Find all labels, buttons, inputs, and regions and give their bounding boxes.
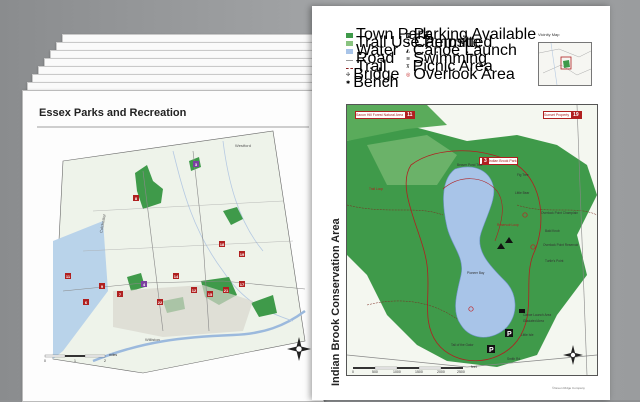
map-label: Bald Knob [545, 229, 560, 233]
scale-tick: 2 [104, 359, 106, 363]
park-marker[interactable]: 18 [219, 241, 225, 247]
park-marker[interactable]: 15 [207, 291, 213, 297]
park-badge[interactable]: 3 Indian Brook Park [479, 157, 518, 165]
map-label: Turtle's Point [545, 259, 564, 263]
scale-tick: 1000 [393, 370, 401, 374]
park-marker[interactable]: 4 [141, 281, 147, 287]
park-marker[interactable]: 3 [193, 161, 199, 167]
left-map-graphic [37, 126, 311, 374]
park-badge[interactable]: Saxon Hill Forest Natural Area 11 [355, 111, 416, 119]
map-label: Fig Tree [517, 173, 529, 177]
legend-item: ✱ Bench [346, 74, 399, 91]
park-marker[interactable]: 22 [157, 299, 163, 305]
park-marker[interactable]: 17 [239, 281, 245, 287]
park-marker[interactable]: 19 [239, 251, 245, 257]
trail-label: Trail Loop [369, 187, 384, 191]
map-label: Little Bear [515, 191, 530, 195]
park-marker[interactable]: 14 [173, 273, 179, 279]
scale-unit: miles [109, 353, 118, 357]
map-label: Smith Rd [507, 357, 521, 361]
copyright-footer: ©Green Ridge Company [552, 386, 585, 390]
bench-icon: ✱ [346, 80, 351, 86]
scale-unit: feet [471, 365, 477, 369]
scale-tick: 0 [352, 370, 354, 374]
scale-tick: 1 [74, 359, 76, 363]
map-label: Tail of the Gator [451, 343, 474, 347]
park-marker[interactable]: 21 [223, 287, 229, 293]
scale-tick: 0 [44, 359, 46, 363]
map-label: Beaver Pond Trail [457, 163, 483, 167]
svg-text:P: P [489, 347, 494, 354]
town-label: Westford [235, 143, 251, 148]
map-label: Little Isle [521, 333, 534, 337]
town-label: Williston [145, 337, 160, 342]
scale-tick: 1500 [415, 370, 423, 374]
vicinity-map [538, 42, 592, 86]
park-marker[interactable]: 7 [117, 291, 123, 297]
right-map-title: Indian Brook Conservation Area [330, 218, 342, 386]
map-label: Canoe Launch Area [523, 313, 552, 317]
right-map-frame: P P Saxon Hill Forest Natural Area 11 Sun… [346, 104, 598, 376]
scale-tick: 2500 [457, 370, 465, 374]
scale-tick: 500 [372, 370, 378, 374]
map-label: Pioneer Bay [467, 271, 485, 275]
overlook-icon: ◎ [406, 72, 411, 78]
park-marker[interactable]: 11 [65, 273, 71, 279]
park-marker[interactable]: 12 [191, 287, 197, 293]
trail-label: Reservoir Loop [497, 223, 519, 227]
essex-parks-map[interactable]: Essex Parks and Recreation Westford Colc… [22, 90, 324, 402]
map-label: Overlook Point Reservoir [543, 243, 579, 247]
park-marker[interactable]: 9 [99, 283, 105, 289]
legend-item: ◎ Overlook Area [406, 66, 515, 83]
svg-text:P: P [507, 331, 512, 338]
indian-brook-map[interactable]: Town Park Trail Use Permitted Water Road… [312, 6, 610, 400]
park-marker[interactable]: 6 [83, 299, 89, 305]
vicinity-map-label: Vicinity Map [538, 32, 560, 37]
map-label: Glaciated Area [523, 319, 544, 323]
park-badge[interactable]: Sunset Property 19 [543, 111, 582, 119]
scale-tick: 2000 [437, 370, 445, 374]
park-marker[interactable]: 8 [133, 195, 139, 201]
map-label: Overlook Point Champlain [541, 211, 579, 215]
